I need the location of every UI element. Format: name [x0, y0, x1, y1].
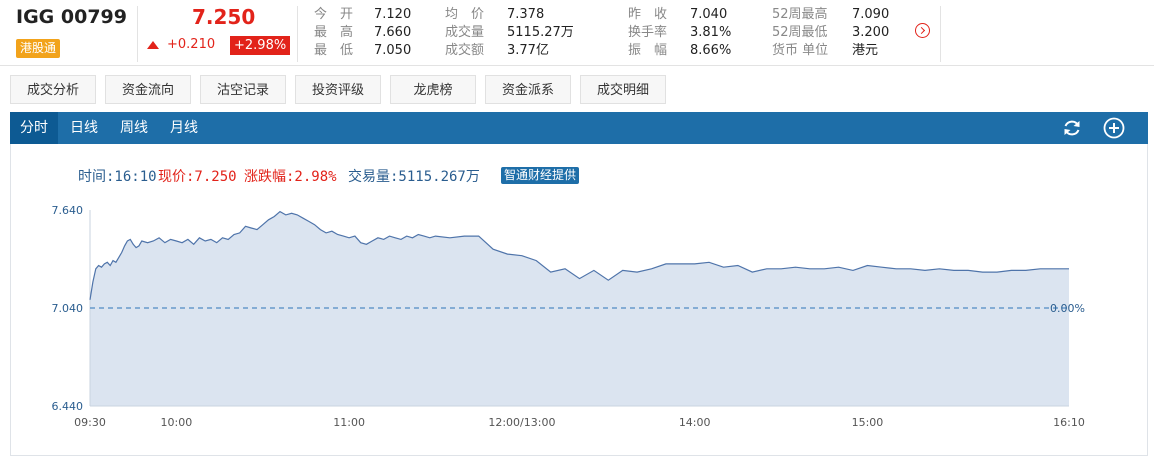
price-area-fill: [90, 211, 1069, 406]
y-tick-label: 6.440: [52, 400, 84, 413]
x-tick-label: 09:30: [74, 416, 106, 429]
x-tick-label: 15:00: [852, 416, 884, 429]
x-tick-label: 16:10: [1053, 416, 1085, 429]
x-tick-label: 10:00: [161, 416, 193, 429]
x-tick-label: 12:00/13:00: [488, 416, 555, 429]
y-tick-label: 7.640: [52, 204, 84, 217]
y-tick-label: 7.040: [52, 302, 84, 315]
intraday-chart: 0.00% 7.640 7.040 6.440 09:30 10:00 11:00 12:00…: [52, 204, 1085, 429]
x-tick-label: 14:00: [679, 416, 711, 429]
x-tick-label: 11:00: [333, 416, 365, 429]
baseline-pct-label: 0.00%: [1050, 302, 1085, 315]
